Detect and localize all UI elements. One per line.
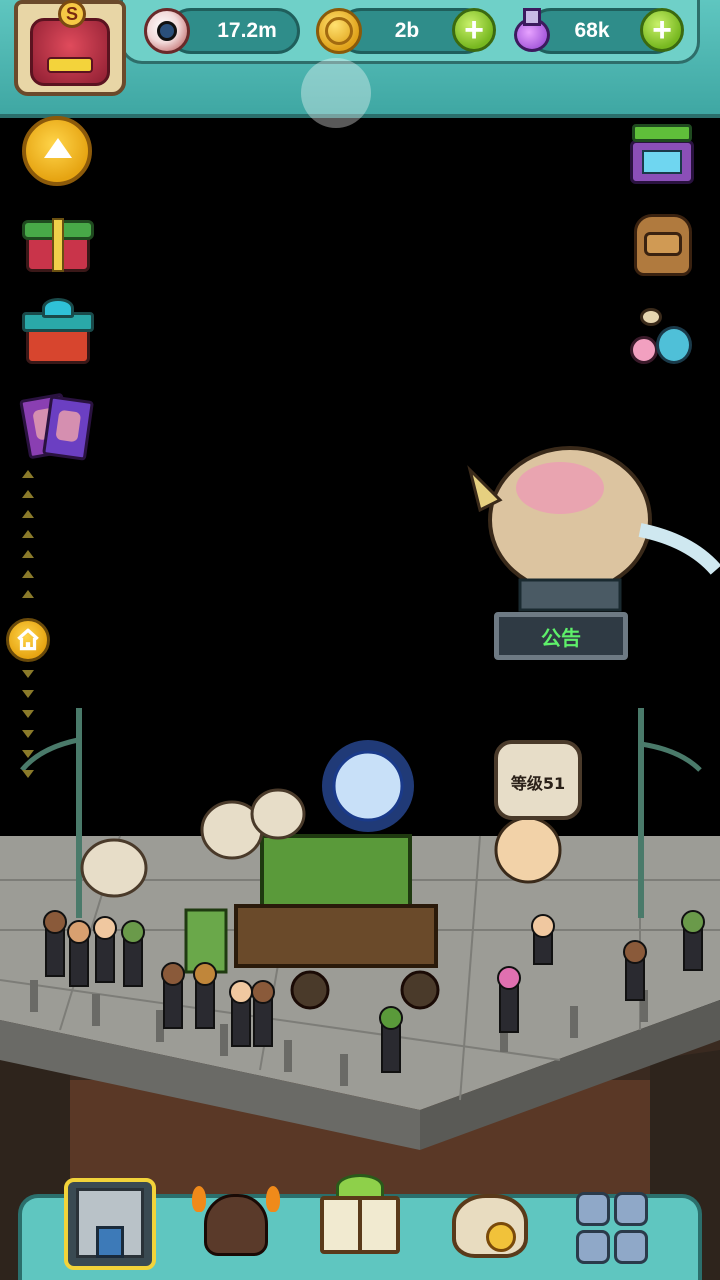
eye-creature-icon — [630, 336, 658, 364]
arrow-down-icon — [22, 710, 34, 718]
chest-ribbon — [52, 218, 64, 272]
eyeball-icon — [144, 8, 190, 54]
coin-icon — [486, 1222, 516, 1252]
grid-square-icon — [576, 1192, 610, 1226]
nav-monster-button[interactable] — [190, 1172, 282, 1268]
arrow-up-icon — [22, 530, 34, 538]
arrow-up-icon — [22, 510, 34, 518]
eye-creature-icon — [640, 308, 662, 326]
nav-shop-button[interactable] — [64, 1178, 156, 1274]
eye-creature-icon — [656, 326, 692, 364]
arrow-up-icon — [22, 590, 34, 598]
player-avatar[interactable]: S — [14, 0, 126, 96]
eyes-amount: 17.2m — [217, 19, 277, 42]
plus-icon: + — [464, 11, 484, 49]
shop-door — [96, 1226, 124, 1258]
add-potions-button[interactable]: + — [640, 8, 684, 52]
grid-square-icon — [614, 1230, 648, 1264]
arrow-up-icon — [22, 570, 34, 578]
add-coins-button[interactable]: + — [452, 8, 496, 52]
potion-icon — [506, 4, 552, 52]
nav-book-button[interactable] — [314, 1172, 406, 1268]
nav-menu-button[interactable] — [570, 1172, 662, 1268]
tv-screen — [642, 150, 682, 174]
scroll-up-button[interactable] — [22, 116, 92, 186]
arrow-up-icon — [22, 550, 34, 558]
nav-moneybag-button[interactable] — [444, 1172, 536, 1268]
book-spine — [358, 1196, 362, 1254]
level-speech-bubble: 等级51 — [494, 740, 582, 820]
arrow-up-icon — [22, 490, 34, 498]
flame-icon — [192, 1186, 206, 1212]
video-ad-button[interactable] — [628, 120, 700, 192]
grid-square-icon — [614, 1192, 648, 1226]
arrow-down-icon — [22, 770, 34, 778]
cards-button[interactable] — [19, 390, 94, 462]
flame-icon — [266, 1186, 280, 1212]
gift-box-button[interactable] — [22, 298, 94, 370]
plus-icon: + — [652, 11, 672, 49]
furry-monster-icon — [204, 1194, 268, 1256]
arrow-down-icon — [22, 670, 34, 678]
home-button[interactable] — [6, 618, 50, 662]
backpack-flap — [644, 232, 682, 256]
game-scene: 公告 等级51 — [0, 0, 720, 1280]
arrow-up-icon — [22, 470, 34, 478]
avatar-mouth — [47, 57, 93, 73]
backpack-button[interactable] — [628, 208, 700, 280]
arrow-down-icon — [22, 730, 34, 738]
home-icon — [17, 628, 39, 651]
monster-face-icon — [30, 18, 110, 86]
coin-icon — [316, 8, 362, 54]
arrow-down-icon — [22, 750, 34, 758]
gift-bow — [42, 298, 74, 318]
rank-badge: S — [58, 0, 86, 28]
monsters-button[interactable] — [626, 300, 698, 372]
arrow-down-icon — [22, 690, 34, 698]
coins-amount: 2b — [394, 19, 420, 42]
tv-top — [632, 124, 692, 142]
floating-assist-button[interactable] — [301, 58, 371, 128]
potions-amount: 68k — [574, 19, 610, 42]
gift-chest-button[interactable] — [22, 208, 94, 280]
grid-square-icon — [576, 1230, 610, 1264]
airship-announcement-sign[interactable]: 公告 — [494, 612, 628, 660]
card-icon — [42, 395, 94, 461]
